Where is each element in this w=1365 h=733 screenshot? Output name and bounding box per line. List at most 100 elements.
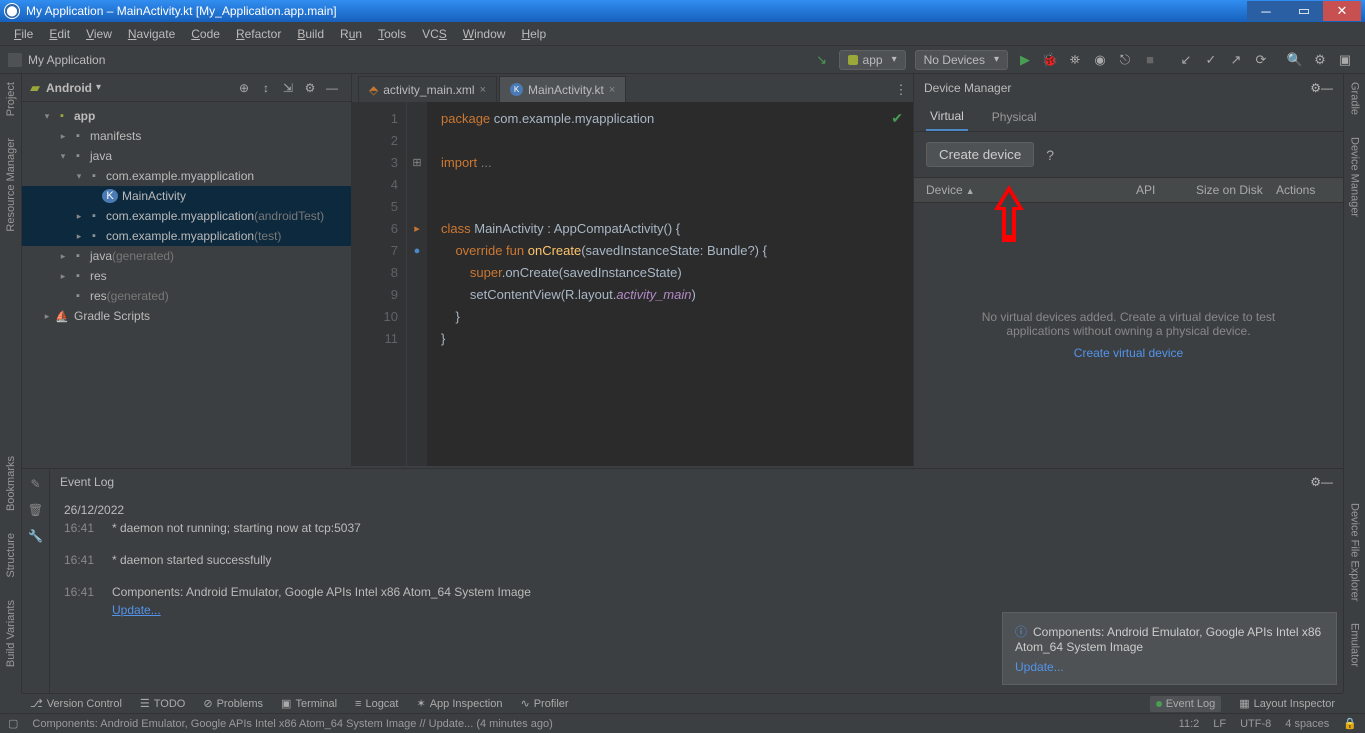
event-log-filter-icon[interactable]: ✎ [30,477,40,491]
attach-button[interactable]: ⎋ [1113,48,1137,72]
btab-problems[interactable]: ⊘ Problems [203,697,263,710]
notification-update-link[interactable]: Update... [1015,660,1324,674]
run-config-selector[interactable]: app [839,50,906,70]
left-tab-structure[interactable]: Structure [3,529,19,582]
tree-item[interactable]: KMainActivity [22,186,351,206]
panel-scroll-icon[interactable]: ⊕ [233,81,255,95]
right-tab-device-file-explorer[interactable]: Device File Explorer [1347,499,1363,605]
event-log-clear-icon[interactable]: 🗑 [28,503,43,517]
panel-options-icon[interactable]: ⇲ [277,81,299,95]
panel-settings-icon[interactable]: ⚙ [299,81,321,95]
tree-item[interactable]: ▸▪com.example.myapplication (test) [22,226,351,246]
minimize-button[interactable]: ─ [1247,1,1285,21]
menu-tools[interactable]: Tools [370,27,414,41]
status-encoding[interactable]: UTF-8 [1240,718,1271,730]
code-content[interactable]: package com.example.myapplicationimport … [427,102,913,466]
el-settings-icon[interactable]: ⚙ [1310,475,1321,489]
status-line-separator[interactable]: LF [1213,718,1226,730]
btab-logcat[interactable]: ≡ Logcat [355,698,398,710]
dm-settings-icon[interactable]: ⚙ [1310,81,1321,95]
right-tab-emulator[interactable]: Emulator [1347,619,1363,671]
el-hide-icon[interactable]: — [1321,475,1333,489]
stop-button[interactable]: ■ [1138,48,1162,72]
close-icon[interactable]: × [609,84,615,96]
menu-window[interactable]: Window [455,27,514,41]
panel-collapse-icon[interactable]: ↕ [255,81,277,95]
tree-item[interactable]: ▾▪com.example.myapplication [22,166,351,186]
btab-terminal[interactable]: ▣ Terminal [281,697,337,710]
menu-build[interactable]: Build [289,27,332,41]
menu-vcs[interactable]: VCS [414,27,455,41]
dm-tab-physical[interactable]: Physical [988,104,1041,130]
col-size[interactable]: Size on Disk [1196,183,1276,197]
left-tab-resource-manager[interactable]: Resource Manager [3,134,19,236]
debug-button[interactable]: 🐞 [1038,48,1062,72]
tree-item[interactable]: ▸▪com.example.myapplication (androidTest… [22,206,351,226]
btab-version-control[interactable]: ⎇ Version Control [30,697,122,710]
panel-hide-icon[interactable]: — [321,81,343,95]
tree-item[interactable]: ▸▪java (generated) [22,246,351,266]
btab-app-inspection[interactable]: ✶ App Inspection [416,697,502,710]
create-device-button[interactable]: Create device [926,142,1034,167]
tab-mainactivity[interactable]: K MainActivity.kt × [499,76,626,102]
inspection-ok-icon[interactable]: ✔ [891,110,903,127]
btab-todo[interactable]: ☰ TODO [140,697,185,710]
event-log-settings-icon[interactable]: 🔧 [28,529,43,543]
col-api[interactable]: API [1136,183,1196,197]
panel-title[interactable]: Android [46,81,92,95]
menu-file[interactable]: File [6,27,41,41]
editor-more-icon[interactable]: ⋮ [889,78,913,102]
git-push-button[interactable]: ↗ [1224,48,1248,72]
right-tab-gradle[interactable]: Gradle [1347,78,1363,119]
run-button[interactable]: ▶ [1013,48,1037,72]
create-virtual-device-link[interactable]: Create virtual device [1074,346,1183,360]
tree-item[interactable]: ▪res (generated) [22,286,351,306]
btab-layout-inspector[interactable]: ▦ Layout Inspector [1239,697,1335,710]
menu-view[interactable]: View [78,27,120,41]
status-indent[interactable]: 4 spaces [1285,718,1329,730]
menu-run[interactable]: Run [332,27,370,41]
tab-activity-main[interactable]: ⬘ activity_main.xml × [358,76,497,102]
tree-item[interactable]: ▾▪java [22,146,351,166]
code-editor[interactable]: 12345 6 7 891011 ⊞ ▸ ● package com.examp… [352,102,913,466]
help-icon[interactable]: ? [1046,147,1054,163]
btab-profiler[interactable]: ∿ Profiler [520,697,568,710]
menu-code[interactable]: Code [183,27,228,41]
device-selector[interactable]: No Devices [915,50,1008,70]
avatar-button[interactable]: ▣ [1333,48,1357,72]
project-tree[interactable]: ▾▪app▸▪manifests▾▪java▾▪com.example.myap… [22,102,351,466]
menu-refactor[interactable]: Refactor [228,27,289,41]
btab-event-log[interactable]: Event Log [1150,696,1222,712]
status-lock-icon[interactable]: 🔒 [1343,717,1357,730]
tree-item[interactable]: ▸⛵Gradle Scripts [22,306,351,326]
tree-item[interactable]: ▸▪res [22,266,351,286]
menu-navigate[interactable]: Navigate [120,27,183,41]
maximize-button[interactable]: ▭ [1285,1,1323,21]
settings-button[interactable]: ⚙ [1308,48,1332,72]
close-button[interactable]: ✕ [1323,1,1361,21]
status-caret-position[interactable]: 11:2 [1179,718,1200,730]
close-icon[interactable]: × [480,84,486,96]
notification-popup[interactable]: ⓘComponents: Android Emulator, Google AP… [1002,612,1337,685]
menu-edit[interactable]: Edit [41,27,78,41]
git-history-button[interactable]: ⟳ [1249,48,1273,72]
profile-button[interactable]: ◉ [1088,48,1112,72]
status-toggle-icon[interactable]: ▢ [8,717,18,730]
tree-item[interactable]: ▾▪app [22,106,351,126]
menu-help[interactable]: Help [513,27,554,41]
left-tab-build-variants[interactable]: Build Variants [3,596,19,671]
coverage-button[interactable]: ⛯ [1063,48,1087,72]
sync-button[interactable]: ↘ [810,48,834,72]
tree-item[interactable]: ▸▪manifests [22,126,351,146]
search-button[interactable]: 🔍 [1283,48,1307,72]
dm-tab-virtual[interactable]: Virtual [926,103,968,131]
update-link[interactable]: Update... [112,603,161,617]
git-update-button[interactable]: ↙ [1174,48,1198,72]
col-actions[interactable]: Actions [1276,183,1331,197]
right-tab-device-manager[interactable]: Device Manager [1347,133,1363,221]
breadcrumb[interactable]: My Application [28,53,810,67]
git-commit-button[interactable]: ✓ [1199,48,1223,72]
left-tab-bookmarks[interactable]: Bookmarks [3,452,19,515]
left-tab-project[interactable]: Project [3,78,19,120]
dm-hide-icon[interactable]: — [1321,81,1333,95]
